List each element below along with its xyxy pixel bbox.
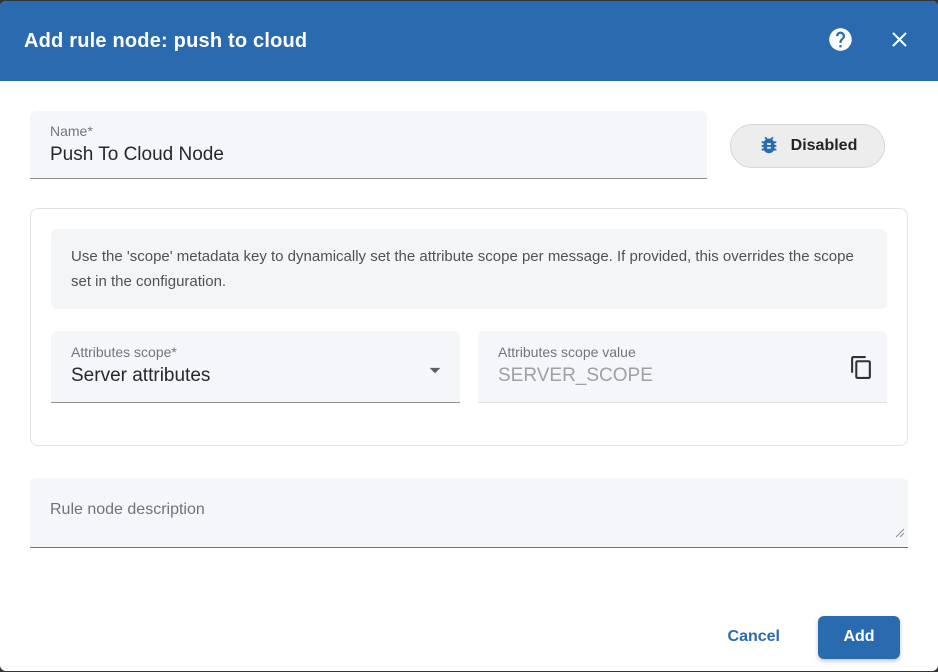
name-row: Name* Disabled [30, 111, 908, 179]
rule-node-description-field[interactable] [30, 478, 908, 548]
dialog-body: Name* Disabled Use the 'scope' metadata … [0, 81, 938, 671]
config-card: Use the 'scope' metadata key to dynamica… [30, 208, 908, 446]
name-field[interactable]: Name* [30, 111, 707, 179]
add-button[interactable]: Add [818, 615, 900, 659]
debug-chip-zone: Disabled [707, 111, 908, 168]
dialog-title: Add rule node: push to cloud [24, 29, 308, 52]
attributes-scope-value-placeholder: SERVER_SCOPE [498, 365, 653, 386]
dialog-footer: Cancel Add [30, 613, 908, 671]
name-input[interactable] [50, 140, 687, 170]
copy-button[interactable] [849, 355, 874, 383]
debug-mode-chip[interactable]: Disabled [729, 124, 886, 168]
cancel-button[interactable]: Cancel [710, 618, 798, 656]
dialog-header: Add rule node: push to cloud [0, 1, 938, 81]
help-button[interactable] [827, 26, 854, 56]
attributes-scope-value-label: Attributes scope value [498, 344, 636, 360]
arrow-drop-down-icon [422, 357, 448, 388]
attributes-scope-select[interactable]: Attributes scope* Server attributes [51, 331, 460, 403]
debug-chip-label: Disabled [790, 137, 858, 154]
close-icon [887, 27, 912, 55]
close-button[interactable] [887, 27, 912, 55]
add-rule-node-dialog: Add rule node: push to cloud Name* Push … [0, 1, 938, 671]
scope-hint-text: Use the 'scope' metadata key to dynamica… [51, 229, 887, 309]
attributes-scope-label: Attributes scope* [71, 344, 177, 360]
attributes-scope-value: Server attributes [71, 365, 211, 386]
help-icon [827, 26, 854, 56]
attributes-scope-value-field: Attributes scope value SERVER_SCOPE [478, 331, 887, 403]
content-copy-icon [849, 355, 874, 383]
name-field-label: Name* [50, 123, 93, 139]
rule-node-description-input[interactable] [30, 478, 908, 547]
bug-report-icon [758, 134, 780, 159]
scope-fields-row: Attributes scope* Server attributes Attr… [51, 331, 887, 403]
